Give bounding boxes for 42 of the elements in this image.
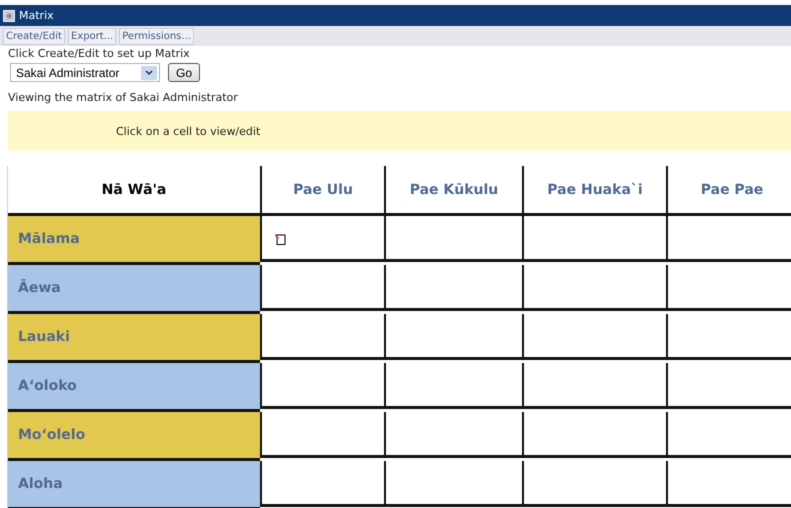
matrix-cell[interactable] [666, 461, 791, 507]
toolbar-button[interactable]: Create/Edit [3, 28, 65, 44]
row-header: Āewa [8, 265, 260, 314]
matrix-cell[interactable] [384, 314, 522, 360]
matrix-cell[interactable] [384, 461, 522, 507]
matrix-cell[interactable] [260, 216, 384, 262]
matrix-cell[interactable] [260, 265, 384, 311]
matrix-cell[interactable] [522, 461, 666, 507]
matrix-cell[interactable] [666, 265, 791, 311]
matrix-cell[interactable] [260, 461, 384, 507]
row-header: Mo‘olelo [8, 412, 260, 461]
matrix-cell[interactable] [384, 363, 522, 409]
matrix-cell[interactable] [522, 314, 666, 360]
user-select[interactable]: Sakai Administrator [10, 63, 160, 82]
matrix-cell[interactable] [522, 363, 666, 409]
matrix-cell[interactable] [522, 216, 666, 262]
matrix-cell[interactable] [666, 363, 791, 409]
dropdown-icon [141, 66, 157, 80]
toolbar-button[interactable]: Permissions... [119, 28, 194, 44]
go-button[interactable]: Go [168, 63, 200, 82]
matrix-cell[interactable] [260, 314, 384, 360]
matrix-cell[interactable] [384, 265, 522, 311]
matrix-cell[interactable] [260, 412, 384, 458]
window-title: Matrix [19, 9, 54, 22]
matrix-cell[interactable] [666, 216, 791, 262]
matrix-cell[interactable] [260, 363, 384, 409]
instructions-text: Click Create/Edit to set up Matrix [7, 46, 191, 61]
matrix-cell[interactable] [666, 314, 791, 360]
matrix-cell[interactable] [522, 265, 666, 311]
row-header: Aloha [8, 461, 260, 508]
row-header: Mālama [8, 216, 260, 265]
viewing-text: Viewing the matrix of Sakai Administrator [7, 90, 239, 105]
matrix-cell[interactable] [384, 216, 522, 262]
toolbar-button[interactable]: Export... [68, 28, 116, 44]
row-header: Lauaki [8, 314, 260, 363]
app-icon [3, 10, 15, 22]
matrix-cell[interactable] [384, 412, 522, 458]
matrix-cell[interactable] [666, 412, 791, 458]
row-header: A‘oloko [8, 363, 260, 412]
edit-document-icon[interactable] [274, 233, 286, 245]
hint-banner: Click on a cell to view/edit [8, 111, 791, 151]
matrix-cell[interactable] [522, 412, 666, 458]
